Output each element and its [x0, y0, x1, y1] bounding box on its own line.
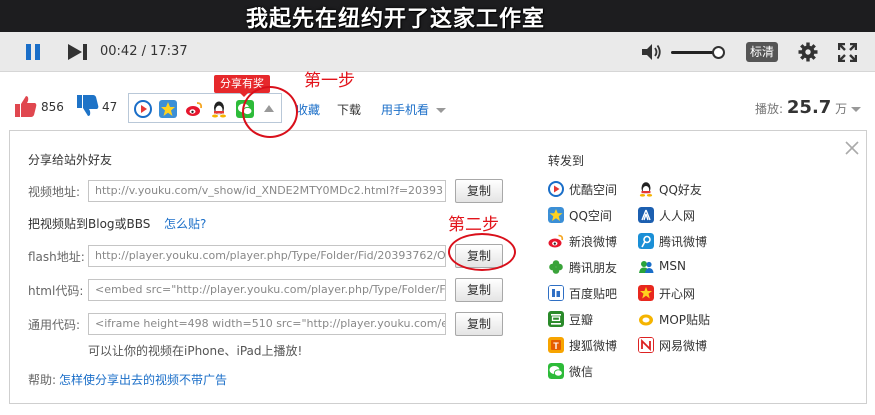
html-code-label: html代码:: [28, 284, 84, 298]
copy-html-code-button[interactable]: 复制: [455, 278, 503, 302]
forward-label: 开心网: [659, 287, 696, 301]
tieba-icon: [548, 285, 564, 301]
share-panel: 分享给站外好友 视频地址: http://v.youku.com/v_show/…: [9, 130, 867, 404]
settings-button[interactable]: [798, 42, 818, 62]
video-url-label: 视频地址:: [28, 185, 81, 199]
sohu-icon: T: [548, 337, 564, 353]
play-count: 播放: 25.7 万: [755, 97, 861, 118]
step1-circle: [242, 86, 298, 138]
favorite-link[interactable]: 收藏: [296, 101, 320, 118]
qq-icon[interactable]: [210, 100, 228, 118]
mobile-watch-link[interactable]: 用手机看: [381, 101, 446, 118]
download-link[interactable]: 下载: [337, 101, 361, 118]
weibo-icon: [548, 234, 564, 248]
time-total: 17:37: [150, 44, 188, 59]
help-label: 帮助:: [28, 373, 57, 387]
msn-icon: [639, 261, 654, 273]
player-controls: 00:42 / 17:37 标清: [0, 32, 875, 72]
volume-button[interactable]: [642, 43, 662, 61]
netease-icon: [638, 337, 654, 353]
video-subtitle: 我起先在纽约开了这家工作室: [246, 7, 546, 32]
weibo-icon[interactable]: [185, 100, 203, 118]
qzone-star-icon: [548, 207, 564, 223]
copy-generic-code-button[interactable]: 复制: [455, 312, 503, 336]
dislike-count: 47: [102, 100, 118, 114]
qzone-star-icon[interactable]: [159, 100, 177, 118]
play-count-label: 播放:: [755, 102, 784, 116]
step1-annotation: 第一步: [304, 71, 355, 91]
help-no-ads-link[interactable]: 怎样使分享出去的视频不带广告: [59, 371, 227, 388]
forward-label: QQ好友: [659, 183, 702, 197]
forward-label: 微信: [569, 365, 594, 379]
action-bar: 856 47 分享有奖 收藏 下载 用手机看 播放: 25.7 万: [0, 73, 875, 131]
chevron-down-icon: [435, 108, 446, 113]
generic-code-label: 通用代码:: [28, 318, 81, 332]
dislike-button[interactable]: [76, 94, 100, 118]
close-icon[interactable]: [845, 141, 859, 155]
clover-icon: [549, 260, 563, 274]
time-current: 00:42: [100, 44, 138, 59]
flash-url-label: flash地址:: [28, 250, 85, 264]
generic-code-field[interactable]: <iframe height=498 width=510 src="http:/…: [88, 313, 446, 335]
quality-button[interactable]: 标清: [746, 42, 778, 62]
next-button[interactable]: [68, 44, 88, 60]
how-to-paste-link[interactable]: 怎么贴?: [164, 215, 206, 232]
qq-icon: [639, 182, 653, 197]
chevron-down-icon: [851, 107, 861, 112]
video-frame[interactable]: 我起先在纽约开了这家工作室: [0, 0, 875, 32]
iphone-note: 可以让你的视频在iPhone、iPad上播放!: [88, 344, 303, 358]
flash-url-field[interactable]: http://player.youku.com/player.php/Type/…: [88, 245, 446, 267]
wechat-icon: [548, 363, 564, 379]
video-url-field[interactable]: http://v.youku.com/v_show/id_XNDE2MTY0MD…: [88, 180, 446, 202]
thumbs-down-icon: [77, 95, 99, 116]
forward-label: 腾讯微博: [659, 235, 708, 249]
forward-label: MOP贴贴: [659, 313, 711, 327]
time-separator: /: [137, 44, 151, 59]
forward-label: 优酷空间: [569, 183, 618, 197]
play-count-unit: 万: [835, 102, 848, 116]
forward-label: 人人网: [659, 209, 696, 223]
fullscreen-icon: [837, 42, 858, 63]
forward-label: 网易微博: [659, 339, 708, 353]
share-outside-title: 分享给站外好友: [28, 153, 113, 167]
like-count: 856: [41, 100, 64, 114]
forward-label: MSN: [659, 259, 686, 273]
mop-icon: [639, 314, 653, 326]
douban-icon: [548, 311, 564, 327]
forward-label: 百度贴吧: [569, 287, 618, 301]
thumbs-up-icon: [15, 96, 37, 117]
step2-annotation: 第二步: [448, 215, 499, 235]
forward-label: QQ空间: [569, 209, 612, 223]
forward-label: 腾讯朋友: [569, 261, 618, 275]
forward-label: 搜狐微博: [569, 339, 618, 353]
youku-icon[interactable]: [134, 100, 152, 118]
tencent-weibo-icon: [638, 233, 654, 249]
forward-title: 转发到: [548, 154, 585, 168]
copy-video-url-button[interactable]: 复制: [455, 179, 503, 203]
like-button[interactable]: [14, 94, 38, 118]
gear-icon: [798, 42, 818, 62]
renren-icon: [638, 207, 654, 223]
speaker-icon: [642, 44, 661, 60]
volume-knob[interactable]: [712, 46, 725, 59]
html-code-field[interactable]: <embed src="http://player.youku.com/play…: [88, 279, 446, 301]
svg-text:T: T: [553, 341, 559, 351]
youku-icon: [548, 181, 564, 197]
forward-label: 新浪微博: [569, 235, 618, 249]
step2-circle: [448, 233, 516, 271]
forward-label: 豆瓣: [569, 313, 594, 327]
time-display: 00:42 / 17:37: [100, 44, 188, 59]
kaixin-icon: [638, 285, 654, 301]
paste-blog-title: 把视频贴到Blog或BBS: [28, 217, 151, 231]
next-icon: [68, 44, 87, 60]
mobile-watch-label: 用手机看: [381, 103, 430, 117]
fullscreen-button[interactable]: [837, 42, 858, 63]
pause-button[interactable]: [26, 44, 40, 60]
play-count-value: 25.7: [786, 97, 832, 118]
